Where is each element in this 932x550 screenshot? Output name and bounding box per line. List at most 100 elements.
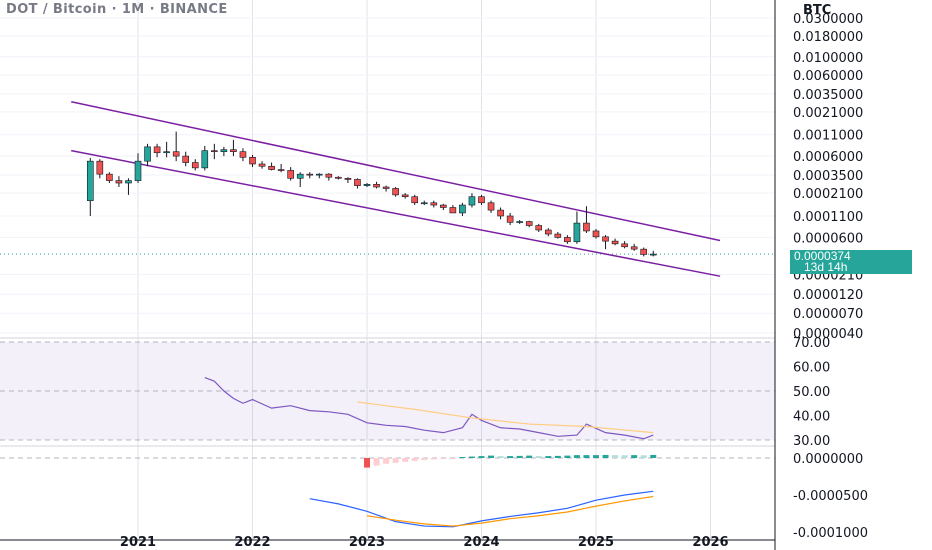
price-tick-label: 0.0000120 xyxy=(793,288,863,303)
candle-body xyxy=(573,222,581,243)
candle-body xyxy=(258,163,266,167)
candle-body xyxy=(230,149,237,152)
candle-body xyxy=(592,230,600,238)
price-tick-label: 0.0060000 xyxy=(793,69,863,84)
histogram-bar xyxy=(392,458,399,463)
candle xyxy=(163,141,170,158)
candle-body xyxy=(182,155,190,163)
price-tick-label: 0.0001100 xyxy=(793,210,863,225)
macd-histogram-pane xyxy=(0,454,775,468)
candle xyxy=(487,200,495,213)
candle xyxy=(191,159,199,171)
candle xyxy=(535,223,543,232)
candle xyxy=(230,139,237,157)
candle xyxy=(420,200,428,206)
candle-body xyxy=(363,183,371,186)
candle xyxy=(325,173,333,181)
histogram-bar xyxy=(430,458,437,460)
candle xyxy=(554,231,562,239)
candle xyxy=(287,167,294,181)
price-tick-label: 0.0002100 xyxy=(793,187,863,202)
candle-body xyxy=(287,170,294,179)
candle-body xyxy=(430,202,438,206)
candle xyxy=(373,181,380,189)
candle xyxy=(144,143,151,167)
candle-body xyxy=(487,202,495,211)
candle xyxy=(497,207,504,220)
histogram-bar xyxy=(612,455,619,458)
candle-body xyxy=(220,149,228,152)
candle xyxy=(602,235,609,250)
candle-body xyxy=(564,237,571,243)
candle xyxy=(621,241,628,249)
candle xyxy=(525,220,533,228)
histogram-bar xyxy=(440,458,447,459)
candle-body xyxy=(125,180,132,184)
histogram-bar xyxy=(640,455,647,458)
candle xyxy=(382,185,390,192)
candle-body xyxy=(249,157,256,165)
histogram-bar xyxy=(602,454,609,458)
rsi-tick-label: 50.00 xyxy=(793,385,830,400)
histogram-bar xyxy=(583,455,590,458)
candle xyxy=(363,183,371,188)
histogram-bar xyxy=(621,455,628,458)
candle-body xyxy=(554,233,562,238)
candle-body xyxy=(649,253,657,256)
candle xyxy=(459,202,466,216)
time-tick-label: 2023 xyxy=(349,535,385,550)
candle-body xyxy=(315,173,323,176)
price-tick-label: 0.0000600 xyxy=(793,231,863,246)
candle-body xyxy=(191,162,199,169)
candle-body xyxy=(201,150,209,169)
candle-body xyxy=(268,165,275,170)
chart-canvas[interactable]: 0.03000000.01800000.01000000.00600000.00… xyxy=(0,0,932,550)
candle-body xyxy=(535,225,543,231)
histogram-bar xyxy=(535,456,542,458)
candle xyxy=(516,220,523,224)
candle-body xyxy=(382,186,390,189)
candle xyxy=(277,163,285,173)
candle-body xyxy=(325,173,333,178)
candle-body xyxy=(506,215,514,223)
candle xyxy=(296,172,304,188)
candle xyxy=(106,172,113,184)
candle-body xyxy=(611,240,619,245)
macd-tick-label: -0.0000500 xyxy=(793,489,868,504)
candle xyxy=(258,161,266,169)
candle xyxy=(172,131,180,162)
time-tick-label: 2025 xyxy=(578,535,614,550)
candle xyxy=(506,212,514,226)
histogram-bar xyxy=(516,455,523,458)
axes: 0.03000000.01800000.01000000.00600000.00… xyxy=(0,0,868,550)
candle-body xyxy=(344,177,352,180)
candle xyxy=(211,143,218,160)
candle-body xyxy=(277,169,285,171)
histogram-bar xyxy=(459,457,466,459)
interval-label: 1M xyxy=(121,2,145,17)
candle-body xyxy=(153,146,161,154)
candle-body xyxy=(621,243,628,248)
histogram-bar xyxy=(373,458,380,466)
candle xyxy=(640,247,648,257)
candle xyxy=(134,153,142,184)
candle xyxy=(583,206,590,233)
exchange-label: BINANCE xyxy=(159,2,228,17)
candle xyxy=(649,250,657,257)
histogram-bar xyxy=(402,458,409,462)
candle xyxy=(315,173,323,179)
candle-body xyxy=(335,176,342,179)
candle-body xyxy=(440,204,447,208)
candle xyxy=(239,148,247,162)
candle-body xyxy=(96,160,104,175)
histogram-bar xyxy=(631,455,638,458)
histogram-bar xyxy=(488,455,495,458)
candle-body xyxy=(86,160,94,201)
candle xyxy=(478,194,485,206)
candle-body xyxy=(163,151,170,154)
histogram-bar xyxy=(421,458,428,460)
price-tick-label: 0.0011000 xyxy=(793,129,863,144)
symbol-label: DOT / Bitcoin xyxy=(6,2,107,17)
price-tick-label: 0.0021000 xyxy=(793,106,863,121)
price-tick-label: 0.0035000 xyxy=(793,88,863,103)
